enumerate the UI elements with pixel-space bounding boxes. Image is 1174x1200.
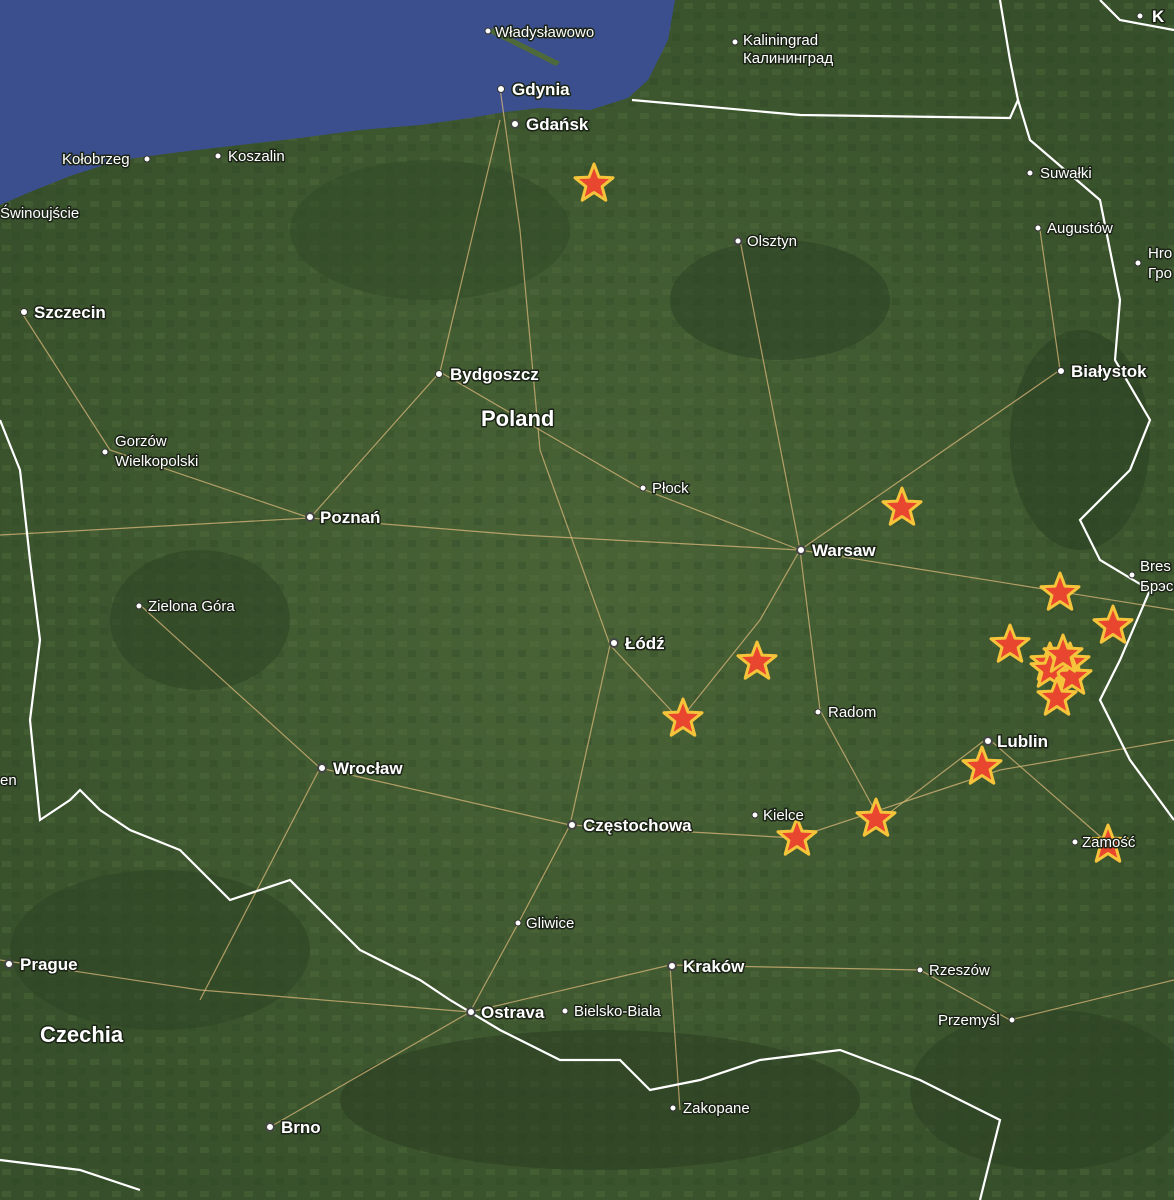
place-label: Rzeszów bbox=[929, 962, 990, 979]
place-augustow[interactable]: Augustów bbox=[1034, 219, 1115, 239]
place-label: Olsztyn bbox=[747, 233, 797, 250]
place-szczecin[interactable]: Szczecin bbox=[20, 302, 107, 324]
place-label-cyrillic: Брэс bbox=[1140, 578, 1174, 595]
place-bydgoszcz[interactable]: Bydgoszcz bbox=[435, 364, 540, 386]
place-label: Władysławowo bbox=[495, 24, 594, 41]
place-label: Radom bbox=[828, 704, 876, 721]
place-label: Warsaw bbox=[812, 541, 876, 560]
place-bialystok[interactable]: Białystok bbox=[1057, 361, 1149, 383]
place-label: Płock bbox=[652, 480, 689, 497]
place-swinoujscie: Świnoujście bbox=[0, 203, 81, 224]
place-label: Bres bbox=[1140, 558, 1171, 575]
place-label: Bydgoszcz bbox=[450, 365, 539, 384]
place-label: Hro bbox=[1148, 245, 1172, 262]
place-zielona-gora[interactable]: Zielona Góra bbox=[135, 597, 237, 617]
place-bielsko-biala[interactable]: Bielsko-Biala bbox=[561, 1002, 663, 1022]
place-wladyslawowo[interactable]: Władysławowo bbox=[484, 23, 596, 43]
place-label: Augustów bbox=[1047, 220, 1113, 237]
place-label: Częstochowa bbox=[583, 816, 692, 835]
place-label: Zielona Góra bbox=[148, 598, 235, 615]
place-label: Zamość bbox=[1082, 834, 1136, 851]
place-label: Świnoujście bbox=[0, 204, 79, 222]
place-label: en bbox=[0, 772, 17, 789]
place-label: Kaliningrad bbox=[743, 32, 818, 49]
place-label: Szczecin bbox=[34, 303, 106, 322]
place-label: Koszalin bbox=[228, 148, 285, 165]
place-label: Wrocław bbox=[333, 759, 403, 778]
place-label: Kołobrzeg bbox=[62, 151, 130, 168]
place-label-cyrillic: Гро bbox=[1148, 265, 1172, 282]
place-label: Kielce bbox=[763, 807, 804, 824]
place-label: Poznań bbox=[320, 508, 380, 527]
place-label: Gdańsk bbox=[526, 115, 589, 134]
place-zamosc[interactable]: Zamość bbox=[1071, 833, 1137, 853]
place-label: K bbox=[1152, 7, 1165, 26]
place-label: Lublin bbox=[997, 732, 1048, 751]
place-label: Białystok bbox=[1071, 362, 1147, 381]
place-label: Łódź bbox=[625, 634, 665, 653]
country-label-poland: Poland bbox=[481, 406, 554, 431]
place-label: Przemyśl bbox=[938, 1012, 1000, 1029]
satellite-map[interactable]: Władysławowo KaliningradКалининград Gdyn… bbox=[0, 0, 1174, 1200]
place-label: Gdynia bbox=[512, 80, 570, 99]
place-label: Zakopane bbox=[683, 1100, 750, 1117]
place-label: Kraków bbox=[683, 957, 745, 976]
place-label-cyrillic: Калининград bbox=[743, 50, 833, 67]
place-czestochowa[interactable]: Częstochowa bbox=[567, 815, 694, 837]
place-label: Brno bbox=[281, 1118, 321, 1137]
place-label: Prague bbox=[20, 955, 78, 974]
country-label-czechia: Czechia bbox=[40, 1022, 124, 1047]
place-label: Gliwice bbox=[526, 915, 574, 932]
place-label: Bielsko-Biala bbox=[574, 1003, 661, 1020]
place-label: Ostrava bbox=[481, 1003, 545, 1022]
place-label-line2: Wielkopolski bbox=[115, 453, 198, 470]
place-label: Gorzów bbox=[115, 433, 167, 450]
place-edge-en: en bbox=[0, 771, 18, 791]
place-label: Suwałki bbox=[1040, 165, 1092, 182]
